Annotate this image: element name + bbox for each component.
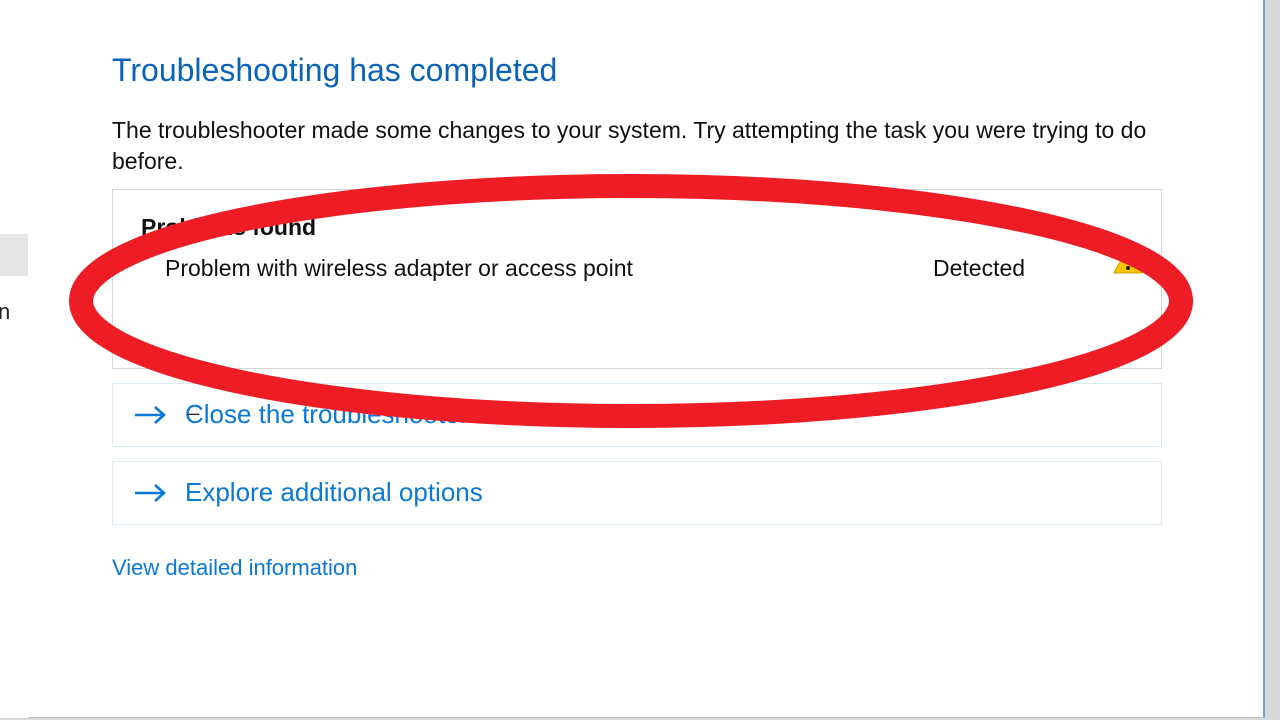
close-troubleshooter-button[interactable]: Close the troubleshooter <box>112 383 1162 447</box>
sidebar-selected-fragment <box>0 234 28 276</box>
sidebar-fragment: n <box>0 0 28 718</box>
page-title: Troubleshooting has completed <box>112 52 1168 89</box>
problems-heading: Problems found <box>141 214 1133 241</box>
arrow-right-icon <box>133 482 167 504</box>
view-detailed-link[interactable]: View detailed information <box>112 555 357 581</box>
sidebar-text-fragment: n <box>0 300 10 324</box>
problems-found-box: Problems found Problem with wireless ada… <box>112 189 1162 369</box>
explore-options-button[interactable]: Explore additional options <box>112 461 1162 525</box>
close-troubleshooter-label: Close the troubleshooter <box>185 399 468 430</box>
warning-icon <box>1113 246 1143 274</box>
dash-fragment: _ <box>188 394 199 417</box>
page-subtitle: The troubleshooter made some changes to … <box>112 115 1152 177</box>
arrow-right-icon <box>133 404 167 426</box>
problem-status: Detected <box>933 255 1133 282</box>
problem-row[interactable]: Problem with wireless adapter or access … <box>141 255 1133 282</box>
explore-options-label: Explore additional options <box>185 477 483 508</box>
problem-description: Problem with wireless adapter or access … <box>165 255 933 282</box>
troubleshooter-window: n Troubleshooting has completed The trou… <box>0 0 1265 718</box>
